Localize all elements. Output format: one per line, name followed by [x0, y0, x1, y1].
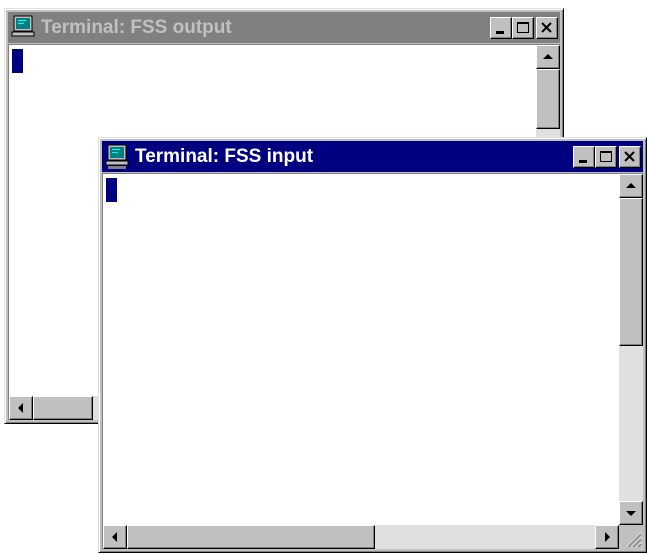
- vertical-scrollbar[interactable]: [619, 174, 643, 525]
- maximize-icon: [517, 21, 529, 33]
- text-cursor: [12, 49, 23, 73]
- minimize-icon: [496, 30, 504, 34]
- maximize-icon: [600, 150, 612, 162]
- resize-grip[interactable]: [619, 525, 643, 549]
- input-text-area[interactable]: [102, 173, 643, 549]
- scroll-thumb[interactable]: [619, 198, 643, 346]
- terminal-input-window[interactable]: Terminal: FSS input: [98, 137, 647, 553]
- output-titlebar[interactable]: Terminal: FSS output: [8, 12, 560, 43]
- scroll-right-button[interactable]: [595, 525, 619, 549]
- close-icon: [541, 21, 552, 33]
- terminal-monitor-icon: [105, 144, 131, 170]
- scroll-thumb[interactable]: [127, 525, 375, 549]
- resize-grip-icon: [626, 532, 642, 548]
- close-icon: [624, 150, 635, 162]
- minimize-icon: [579, 159, 587, 163]
- scroll-thumb[interactable]: [536, 69, 560, 129]
- arrow-right-icon: [605, 532, 610, 542]
- arrow-left-icon: [112, 532, 117, 542]
- scroll-up-button[interactable]: [619, 174, 643, 198]
- close-button[interactable]: [619, 145, 641, 168]
- maximize-button[interactable]: [512, 16, 534, 39]
- minimize-button[interactable]: [573, 145, 595, 168]
- scroll-left-button[interactable]: [103, 525, 127, 549]
- arrow-left-icon: [18, 403, 23, 413]
- arrow-up-icon: [543, 54, 553, 59]
- window-title: Terminal: FSS input: [135, 145, 314, 167]
- text-cursor: [106, 178, 117, 202]
- scroll-up-button[interactable]: [536, 45, 560, 69]
- minimize-button[interactable]: [490, 16, 512, 39]
- arrow-up-icon: [626, 183, 636, 188]
- terminal-monitor-icon: [11, 15, 37, 41]
- scroll-left-button[interactable]: [9, 396, 33, 420]
- input-titlebar[interactable]: Terminal: FSS input: [102, 141, 643, 172]
- window-title: Terminal: FSS output: [41, 16, 232, 38]
- scroll-down-button[interactable]: [619, 501, 643, 525]
- scroll-thumb[interactable]: [33, 396, 93, 420]
- close-button[interactable]: [536, 16, 558, 39]
- maximize-button[interactable]: [595, 145, 617, 168]
- horizontal-scrollbar[interactable]: [103, 525, 619, 549]
- arrow-down-icon: [626, 511, 636, 516]
